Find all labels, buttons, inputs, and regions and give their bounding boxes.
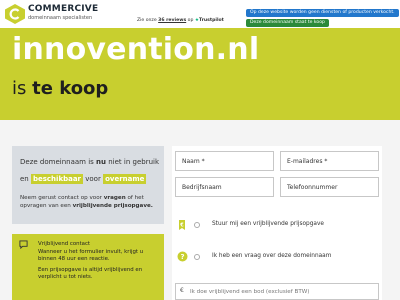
phone-field[interactable]: Telefoonnummer — [280, 177, 379, 197]
quote-option-label[interactable]: Stuur mij een vrijblijvende prijsopgave — [212, 221, 324, 227]
info-text: niet in gebruik — [108, 158, 160, 166]
contact-line: verplicht u tot niets. — [38, 274, 93, 281]
bid-field[interactable]: € — [175, 283, 379, 300]
for-sale-prefix: is — [12, 78, 27, 99]
info-text: en — [20, 175, 29, 183]
hero-banner: innovention.nl is te koop — [0, 28, 400, 120]
info-text: Deze domeinnaam is — [20, 158, 94, 166]
contact-line: binnen 48 uur een reactie. — [38, 256, 110, 263]
reviews-prefix: Zie onze — [137, 18, 157, 23]
contact-line: Wanneer u het formulier invult, krijgt u — [38, 248, 144, 255]
for-sale-heading: is te koop — [12, 78, 108, 99]
contact-form: Naam * E-mailadres * Bedrijfsnaam Telefo… — [172, 146, 382, 300]
chat-icon — [19, 240, 28, 250]
info-emphasis: nu — [96, 158, 106, 166]
info-line-3: Neem gerust contact op voor vragen of he… — [20, 194, 160, 210]
svg-text:?: ? — [180, 253, 184, 261]
top-bar: COMMERCIVE domeinnaam specialisten Zie o… — [0, 0, 400, 28]
bid-input[interactable] — [190, 285, 376, 298]
reviews-suffix: op — [187, 18, 194, 23]
info-text: Neem gerust contact op voor — [20, 195, 102, 201]
notice-for-sale-badge: Deze domeinnaam staat te koop — [246, 19, 329, 27]
question-option-label[interactable]: Ik heb een vraag over deze domeinnaam — [212, 253, 331, 259]
info-emphasis: vrijblijvende prijsopgave. — [72, 203, 153, 209]
available-highlight: beschikbaar — [30, 174, 84, 184]
info-card: Deze domeinnaam is nu niet in gebruik en… — [12, 146, 164, 224]
name-field[interactable]: Naam * — [175, 151, 274, 171]
reviews-count-link[interactable]: 36 reviews — [158, 18, 186, 23]
commercive-logo-icon[interactable] — [4, 3, 26, 25]
info-line-1: Deze domeinnaam is nu niet in gebruik — [20, 158, 159, 166]
email-field[interactable]: E-mailadres * — [280, 151, 379, 171]
info-line-2: en beschikbaar voor overname — [20, 174, 147, 184]
svg-text:€: € — [179, 223, 184, 229]
quote-radio[interactable] — [194, 222, 200, 228]
contact-info-card: Vrijblijvend contact Wanneer u het formu… — [12, 234, 164, 300]
contact-title: Vrijblijvend contact — [38, 241, 91, 247]
info-text: opvragen van een — [20, 203, 71, 209]
trustpilot-label: Trustpilot — [198, 18, 224, 23]
trustpilot-reviews[interactable]: Zie onze 36 reviews op ★Trustpilot — [137, 18, 224, 23]
brand-name[interactable]: COMMERCIVE — [28, 4, 98, 14]
question-icon: ? — [177, 251, 188, 263]
contact-info-text: Vrijblijvend contact Wanneer u het formu… — [38, 241, 160, 282]
info-text: voor — [85, 175, 101, 183]
euro-icon: € — [180, 287, 184, 294]
domain-title: innovention.nl — [12, 32, 260, 67]
notice-no-products-badge: Op deze website worden geen diensten of … — [246, 9, 399, 17]
takeover-highlight: overname — [103, 174, 147, 184]
tag-icon: € — [177, 219, 187, 231]
brand-tagline: domeinnaam specialisten — [28, 15, 93, 21]
contact-line: Een prijsopgave is altijd vrijblijvend e… — [38, 266, 143, 273]
company-field[interactable]: Bedrijfsnaam — [175, 177, 274, 197]
for-sale-bold: te koop — [32, 78, 109, 99]
info-text: of het — [127, 195, 144, 201]
info-emphasis: vragen — [103, 195, 126, 201]
question-radio[interactable] — [194, 254, 200, 260]
